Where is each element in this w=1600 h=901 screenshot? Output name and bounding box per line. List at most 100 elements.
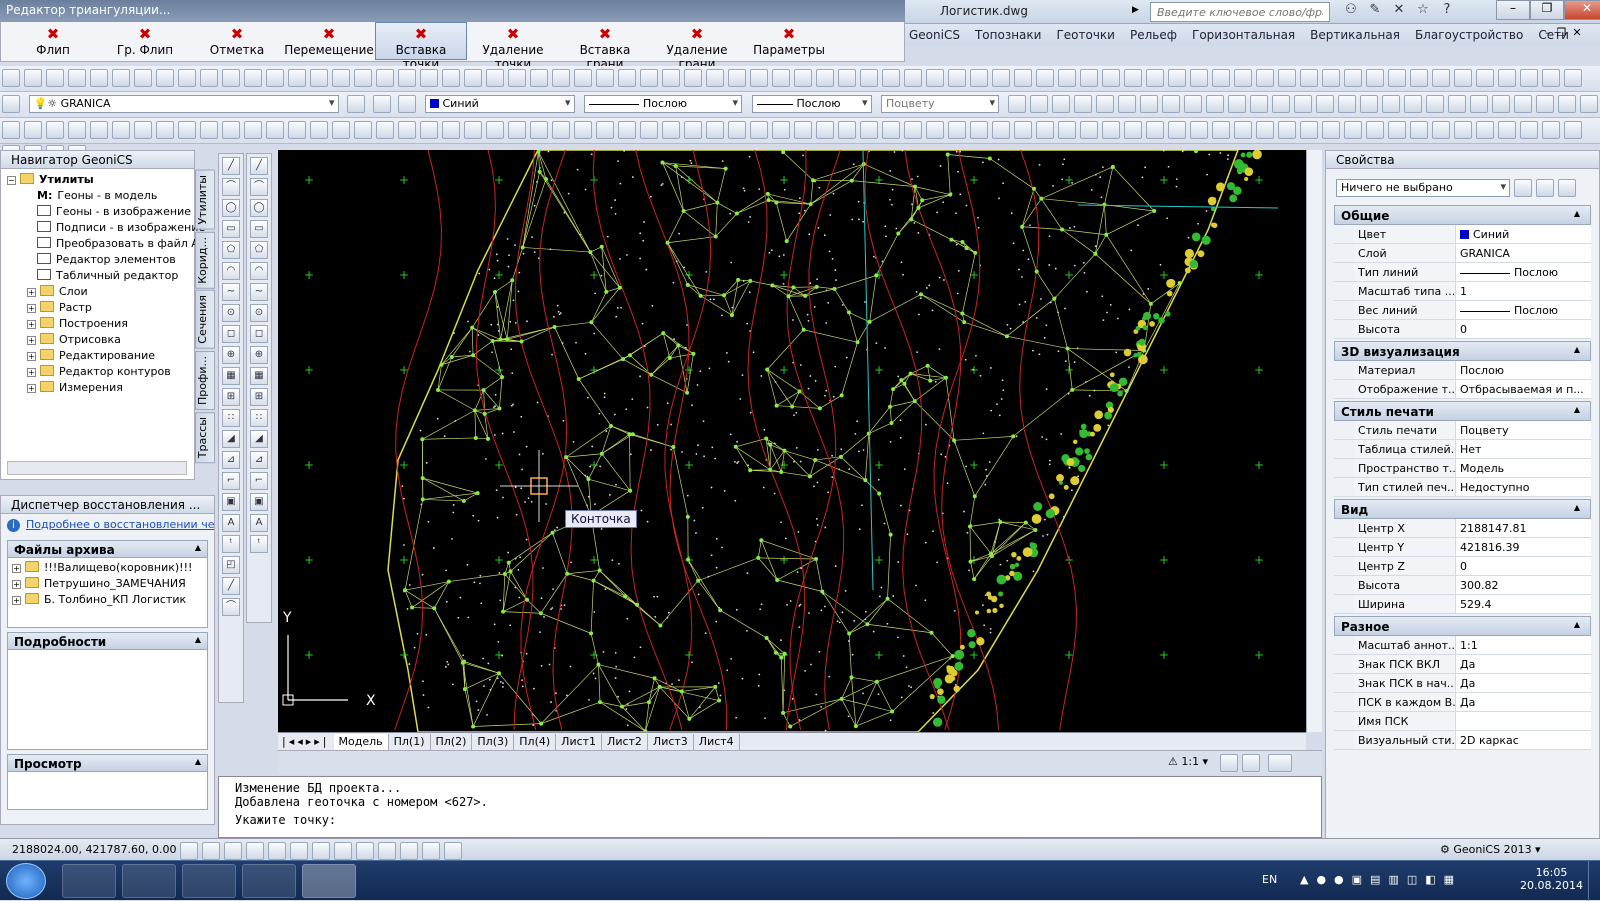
geonics-tool-64-icon[interactable] bbox=[1388, 121, 1406, 139]
vtab-4[interactable]: Профи... bbox=[195, 351, 215, 410]
geonics-tool-47-icon[interactable] bbox=[1014, 121, 1032, 139]
draw-tool-15-icon[interactable]: ⊿ bbox=[222, 451, 240, 469]
geonics-tool-58-icon[interactable] bbox=[1256, 121, 1274, 139]
search-input[interactable] bbox=[1150, 2, 1330, 22]
geonics-tool-6-icon[interactable] bbox=[112, 121, 130, 139]
standard-tool-47-icon[interactable] bbox=[1014, 69, 1032, 87]
tree-tool-1[interactable]: M:Геоны - в модель bbox=[7, 189, 188, 205]
geonics-layer-tool-22-icon[interactable] bbox=[1470, 95, 1488, 113]
geonics-tool-30-icon[interactable] bbox=[640, 121, 658, 139]
geonics-tool-41-icon[interactable] bbox=[882, 121, 900, 139]
standard-tool-44-icon[interactable] bbox=[948, 69, 966, 87]
prop-value[interactable]: Да bbox=[1456, 674, 1591, 692]
archive-file-3[interactable]: +Б. Толбино_КП Логистик bbox=[12, 593, 203, 609]
binoculars-icon[interactable]: ⚇ bbox=[1342, 2, 1360, 20]
geonics-tool-46-icon[interactable] bbox=[992, 121, 1010, 139]
standard-tool-24-icon[interactable] bbox=[508, 69, 526, 87]
standard-tool-27-icon[interactable] bbox=[574, 69, 592, 87]
modify-tool-3-icon[interactable]: ◯ bbox=[250, 199, 268, 217]
quick-select-icon[interactable] bbox=[1558, 179, 1576, 197]
geonics-layer-tool-3-icon[interactable] bbox=[1052, 95, 1070, 113]
prop-row[interactable]: Высота0 bbox=[1334, 320, 1591, 339]
geonics-tool-37-icon[interactable] bbox=[794, 121, 812, 139]
geonics-tool-51-icon[interactable] bbox=[1102, 121, 1120, 139]
standard-tool-54-icon[interactable] bbox=[1168, 69, 1186, 87]
menu-item-4[interactable]: Рельеф bbox=[1130, 28, 1177, 42]
skype-taskbar-icon[interactable] bbox=[182, 864, 236, 898]
standard-tool-61-icon[interactable] bbox=[1322, 69, 1340, 87]
standard-tool-8-icon[interactable] bbox=[156, 69, 174, 87]
standard-tool-10-icon[interactable] bbox=[200, 69, 218, 87]
expand-icon[interactable]: + bbox=[12, 596, 21, 605]
geonics-tool-63-icon[interactable] bbox=[1366, 121, 1384, 139]
prop-value[interactable]: Отбрасываемая и п... bbox=[1456, 380, 1591, 398]
menu-item-1[interactable]: GeoniCS bbox=[909, 28, 960, 42]
vtab-2[interactable]: Корид... bbox=[195, 232, 215, 289]
draw-tool-21-icon[interactable]: ╱ bbox=[222, 577, 240, 595]
geonics-layer-tool-20-icon[interactable] bbox=[1426, 95, 1444, 113]
geonics-tool-9-icon[interactable] bbox=[178, 121, 196, 139]
tri-button-3[interactable]: ✖Отметка bbox=[191, 22, 283, 60]
vtab-1[interactable]: Утилиты bbox=[195, 170, 215, 230]
standard-tool-62-icon[interactable] bbox=[1344, 69, 1362, 87]
canvas-vscrollbar[interactable] bbox=[1306, 150, 1322, 732]
geonics-layer-tool-14-icon[interactable] bbox=[1294, 95, 1312, 113]
prop-value[interactable]: 1:1 bbox=[1456, 636, 1591, 654]
status-toggle-3-icon[interactable] bbox=[224, 842, 242, 860]
geonics-tool-16-icon[interactable] bbox=[332, 121, 350, 139]
layout-tab-4[interactable]: Пл(3) bbox=[472, 734, 514, 750]
standard-tool-18-icon[interactable] bbox=[376, 69, 394, 87]
standard-tool-35-icon[interactable] bbox=[750, 69, 768, 87]
geonics-layer-tool-2-icon[interactable] bbox=[1030, 95, 1048, 113]
standard-tool-39-icon[interactable] bbox=[838, 69, 856, 87]
layout-tab-1[interactable]: Модель bbox=[334, 734, 389, 750]
geonics-tool-68-icon[interactable] bbox=[1476, 121, 1494, 139]
navigator-hscrollbar[interactable] bbox=[7, 461, 187, 475]
prop-group-2[interactable]: 3D визуализация bbox=[1334, 341, 1591, 361]
draw-tool-8-icon[interactable]: ⊙ bbox=[222, 304, 240, 322]
geonics-tool-14-icon[interactable] bbox=[288, 121, 306, 139]
prop-row[interactable]: СлойGRANICA bbox=[1334, 244, 1591, 263]
status-toggle-8-icon[interactable] bbox=[334, 842, 352, 860]
autoscale-icon[interactable] bbox=[1242, 754, 1260, 772]
status-toggle-13-icon[interactable] bbox=[444, 842, 462, 860]
standard-tool-26-icon[interactable] bbox=[552, 69, 570, 87]
geonics-layer-tool-24-icon[interactable] bbox=[1514, 95, 1532, 113]
geonics-tool-62-icon[interactable] bbox=[1344, 121, 1362, 139]
geonics-tool-27-icon[interactable] bbox=[574, 121, 592, 139]
tri-button-6[interactable]: ✖Удаление точки bbox=[467, 22, 559, 60]
menu-item-2[interactable]: Топознаки bbox=[975, 28, 1042, 42]
prop-value[interactable]: Недоступно bbox=[1456, 478, 1591, 496]
geonics-tool-48-icon[interactable] bbox=[1036, 121, 1054, 139]
standard-tool-63-icon[interactable] bbox=[1366, 69, 1384, 87]
prop-row[interactable]: Стиль печатиПоцвету bbox=[1334, 421, 1591, 440]
standard-tool-32-icon[interactable] bbox=[684, 69, 702, 87]
geonics-tool-31-icon[interactable] bbox=[662, 121, 680, 139]
prop-value[interactable]: 300.82 bbox=[1456, 576, 1591, 594]
tree-tool-5[interactable]: Редактор элементов bbox=[7, 253, 188, 269]
expand-icon[interactable]: ▶ bbox=[1132, 5, 1139, 15]
layout-tab-8[interactable]: Лист3 bbox=[648, 734, 694, 750]
geonics-tool-43-icon[interactable] bbox=[926, 121, 944, 139]
prop-value[interactable]: Нет bbox=[1456, 440, 1591, 458]
plotstyle-combo[interactable]: Поцвету bbox=[881, 95, 999, 113]
geonics-tool-71-icon[interactable] bbox=[1542, 121, 1560, 139]
geonics-tool-28-icon[interactable] bbox=[596, 121, 614, 139]
prop-row[interactable]: Имя ПСК bbox=[1334, 712, 1591, 731]
modify-tool-19-icon[interactable]: ᵗ bbox=[250, 535, 268, 553]
help-icon[interactable]: ? bbox=[1438, 2, 1456, 20]
geonics-layer-tool-15-icon[interactable] bbox=[1316, 95, 1334, 113]
standard-tool-20-icon[interactable] bbox=[420, 69, 438, 87]
standard-tool-11-icon[interactable] bbox=[222, 69, 240, 87]
prop-row[interactable]: ПСК в каждом В...Да bbox=[1334, 693, 1591, 712]
standard-tool-43-icon[interactable] bbox=[926, 69, 944, 87]
modify-tool-5-icon[interactable]: ⬠ bbox=[250, 241, 268, 259]
selection-combo[interactable]: Ничего не выбрано bbox=[1336, 179, 1510, 197]
menu-item-5[interactable]: Горизонтальная bbox=[1192, 28, 1295, 42]
tree-folder-2[interactable]: +Растр bbox=[7, 301, 188, 317]
status-toggle-7-icon[interactable] bbox=[312, 842, 330, 860]
standard-tool-25-icon[interactable] bbox=[530, 69, 548, 87]
draw-tool-1-icon[interactable]: ╱ bbox=[222, 157, 240, 175]
geonics-tool-35-icon[interactable] bbox=[750, 121, 768, 139]
tri-button-5[interactable]: ✖Вставка точки bbox=[375, 22, 467, 60]
